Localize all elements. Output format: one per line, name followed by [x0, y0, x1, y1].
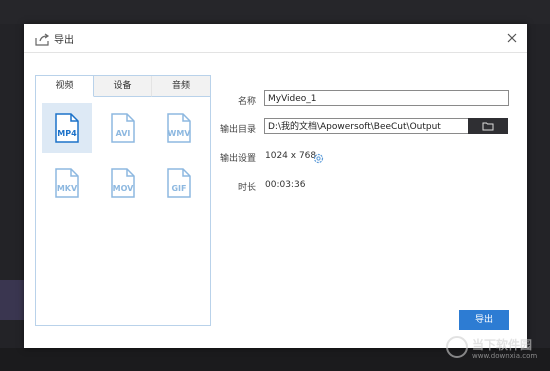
tab-video[interactable]: 视频	[36, 76, 94, 97]
file-icon	[167, 168, 191, 198]
file-icon	[167, 113, 191, 143]
watermark: 当下软件园 www.downxia.com	[446, 334, 546, 364]
editor-top-bar	[0, 0, 550, 24]
dialog-title: 导出	[54, 35, 74, 46]
editor-right-panel	[527, 24, 550, 348]
export-button[interactable]: 导出	[459, 310, 509, 330]
format-panel: 视频 设备 音频 MP4 AVI WMV MKV MOV GIF	[35, 75, 211, 326]
dialog-title-bar: 导出	[24, 24, 527, 53]
duration-value: 00:03:36	[265, 180, 306, 190]
timeline-clip	[0, 280, 24, 320]
format-mov[interactable]: MOV	[98, 158, 148, 208]
output-settings-label: 输出设置	[219, 154, 256, 164]
name-label: 名称	[237, 97, 256, 107]
close-icon[interactable]	[505, 30, 519, 44]
gear-icon[interactable]	[313, 149, 324, 164]
format-tabs: 视频 设备 音频	[36, 76, 210, 97]
watermark-text: 当下软件园	[472, 338, 533, 352]
watermark-url: www.downxia.com	[472, 352, 538, 360]
file-icon	[111, 113, 135, 143]
file-icon	[111, 168, 135, 198]
format-label: AVI	[115, 129, 131, 138]
duration-label: 时长	[237, 183, 256, 193]
format-label: MOV	[112, 184, 134, 193]
format-avi[interactable]: AVI	[98, 103, 148, 153]
export-dialog: 导出 视频 设备 音频 MP4 AVI WMV MKV MOV GIF 名称 M…	[24, 24, 527, 348]
output-dir-input[interactable]: D:\我的文档\Apowersoft\BeeCut\Output	[264, 118, 469, 134]
format-label: MKV	[56, 184, 78, 193]
tab-device[interactable]: 设备	[94, 76, 152, 97]
file-icon	[55, 113, 79, 143]
file-icon	[55, 168, 79, 198]
format-label: MP4	[57, 129, 77, 138]
output-dir-label: 输出目录	[219, 125, 256, 135]
watermark-logo-icon	[446, 336, 468, 358]
format-mkv[interactable]: MKV	[42, 158, 92, 208]
browse-folder-button[interactable]	[468, 118, 508, 134]
name-input[interactable]: MyVideo_1	[264, 90, 509, 106]
folder-icon	[482, 122, 494, 131]
output-settings-value: 1024 x 768	[265, 151, 317, 161]
export-icon	[34, 32, 50, 46]
format-mp4[interactable]: MP4	[42, 103, 92, 153]
